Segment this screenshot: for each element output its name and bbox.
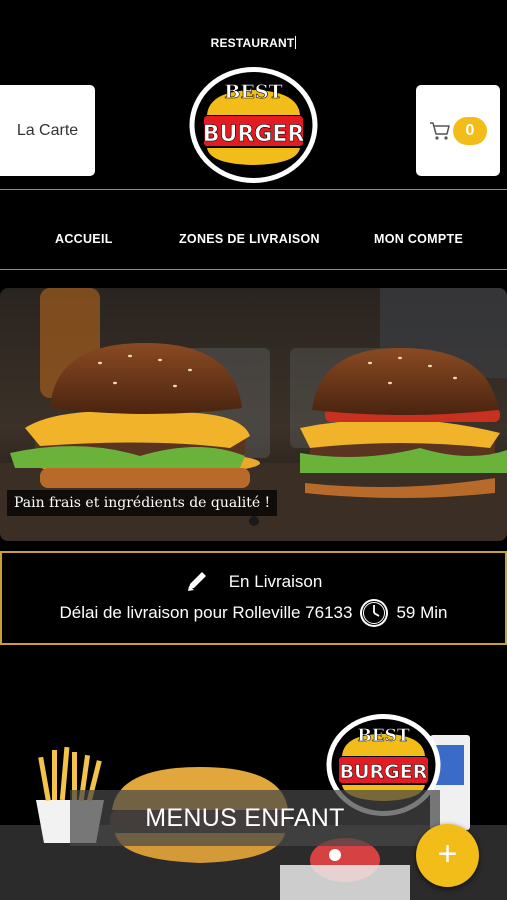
promo-title: MENUS ENFANT <box>145 803 345 832</box>
delivery-mode-text: En Livraison <box>228 572 323 591</box>
nav-item-mon-compte[interactable]: MON COMPTE <box>374 232 463 246</box>
cart-button[interactable]: 0 <box>416 85 500 176</box>
cart-count-badge: 0 <box>453 116 487 145</box>
text-caret <box>295 36 297 49</box>
promo-logo-best-text: BEST <box>357 726 410 746</box>
hero-carousel[interactable]: Pain frais et ingrédients de qualité ! <box>0 288 507 541</box>
nav-item-zones-de-livraison[interactable]: ZONES DE LIVRAISON <box>179 232 320 246</box>
main-nav: ACCUEIL ZONES DE LIVRAISON MON COMPTE <box>0 232 507 250</box>
delivery-mode-row: En Livraison <box>2 571 505 593</box>
carousel-indicator[interactable] <box>249 516 259 526</box>
clock-icon <box>358 597 390 629</box>
plus-icon: + <box>437 835 458 873</box>
hero-caption: Pain frais et ingrédients de qualité ! <box>7 490 278 516</box>
best-burger-logo[interactable]: BEST BURGER <box>187 65 320 185</box>
delivery-delay-value: 59 Min <box>396 603 448 622</box>
pencil-icon[interactable] <box>185 571 211 593</box>
divider-top <box>0 189 507 190</box>
logo-burger-text: BURGER <box>203 122 305 147</box>
promo-logo-burger-text: BURGER <box>340 761 428 783</box>
nav-item-accueil[interactable]: ACCUEIL <box>55 232 113 246</box>
delivery-delay-row: Délai de livraison pour Rolleville 76133… <box>2 597 505 629</box>
restaurant-label: RESTAURANT <box>0 36 507 50</box>
delivery-info-box[interactable]: En Livraison Délai de livraison pour Rol… <box>0 551 507 645</box>
promo-title-banner: MENUS ENFANT <box>70 790 440 846</box>
logo-best-text: BEST <box>224 81 282 103</box>
restaurant-label-text: RESTAURANT <box>210 36 295 50</box>
cart-icon <box>429 121 451 141</box>
add-fab-button[interactable]: + <box>416 824 479 887</box>
la-carte-label: La Carte <box>16 121 79 139</box>
divider-bottom <box>0 269 507 270</box>
delivery-delay-text: Délai de livraison pour Rolleville 76133 <box>59 603 353 622</box>
la-carte-button[interactable]: La Carte <box>0 85 95 176</box>
